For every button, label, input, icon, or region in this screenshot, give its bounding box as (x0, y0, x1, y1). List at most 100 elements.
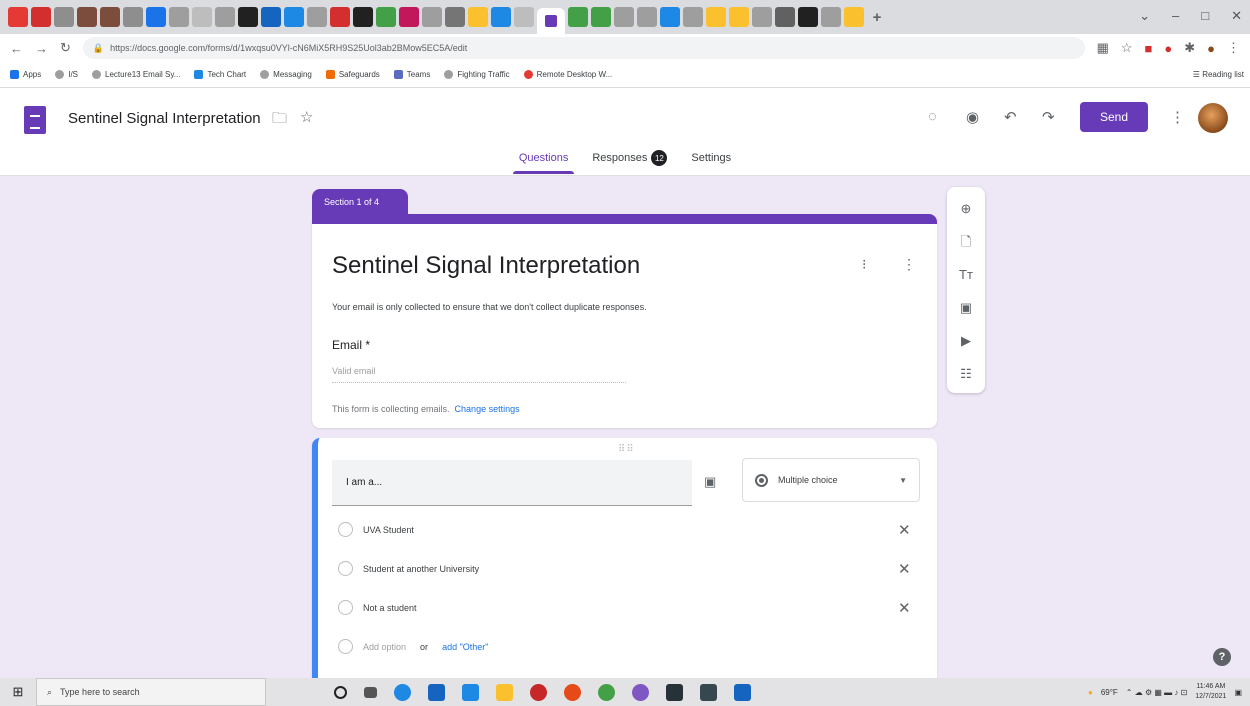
bookmark-item[interactable]: Fighting Traffic (444, 70, 510, 79)
remove-option-icon[interactable]: ✕ (898, 521, 911, 539)
question-title-input[interactable]: I am a... (332, 460, 692, 506)
tab-favicon[interactable] (591, 7, 611, 27)
tab-favicon[interactable] (238, 7, 258, 27)
app-icon[interactable] (530, 683, 547, 701)
tab-favicon[interactable] (376, 7, 396, 27)
remove-option-icon[interactable]: ✕ (898, 560, 911, 578)
tab-favicon[interactable] (683, 7, 703, 27)
tab-favicon[interactable] (123, 7, 143, 27)
customize-theme-icon[interactable]: ◌ (928, 108, 937, 125)
tab-favicon[interactable] (353, 7, 373, 27)
preview-eye-icon[interactable]: ◉ (966, 108, 979, 126)
tab-favicon[interactable] (660, 7, 680, 27)
change-settings-link[interactable]: Change settings (455, 404, 520, 414)
profile-icon[interactable]: ● (1207, 41, 1215, 56)
extension-icon[interactable]: ■ (1145, 41, 1153, 56)
tab-favicon[interactable] (77, 7, 97, 27)
task-view-icon[interactable] (364, 686, 377, 698)
collapse-section-icon[interactable]: ⁝ (862, 256, 866, 273)
tab-favicon[interactable] (261, 7, 281, 27)
clock[interactable]: 11:46 AM 12/7/2021 (1195, 682, 1226, 702)
bookmark-item[interactable]: Lecture13 Email Sy... (92, 70, 180, 79)
tab-favicon[interactable] (821, 7, 841, 27)
tab-favicon[interactable] (307, 7, 327, 27)
store-icon[interactable] (462, 683, 479, 701)
app-icon[interactable] (666, 683, 683, 701)
bookmark-star-icon[interactable]: ☆ (1121, 40, 1133, 56)
google-forms-logo-icon[interactable] (24, 106, 46, 134)
tab-favicon[interactable] (146, 7, 166, 27)
forward-icon[interactable]: → (35, 41, 48, 56)
bookmark-item[interactable]: Safeguards (325, 70, 380, 79)
tab-favicon[interactable] (8, 7, 28, 27)
help-icon[interactable]: ? (1213, 648, 1231, 666)
redo-icon[interactable]: ↷ (1042, 108, 1055, 126)
menu-dots-icon[interactable]: ⋮ (1227, 40, 1240, 56)
tab-favicon[interactable] (100, 7, 120, 27)
minimize-icon[interactable]: – (1172, 8, 1179, 24)
reading-list[interactable]: ☰ Reading list (1193, 70, 1244, 79)
edge-icon[interactable] (394, 683, 411, 701)
app-icon[interactable] (700, 683, 717, 701)
tab-favicon[interactable] (514, 7, 534, 27)
document-title[interactable]: Sentinel Signal Interpretation (68, 110, 261, 127)
weather-icon[interactable]: ● (1088, 688, 1093, 697)
add-image-icon[interactable]: ▣ (704, 474, 716, 490)
undo-icon[interactable]: ↶ (1004, 108, 1017, 126)
tab-questions[interactable]: Questions (512, 150, 574, 174)
tab-favicon[interactable] (169, 7, 189, 27)
tab-favicon[interactable] (706, 7, 726, 27)
tab-favicon[interactable] (399, 7, 419, 27)
add-option-input[interactable]: Add option (363, 642, 406, 652)
tab-favicon[interactable] (775, 7, 795, 27)
tab-favicon[interactable] (215, 7, 235, 27)
app-icon[interactable] (428, 683, 445, 701)
add-other-link[interactable]: add "Other" (442, 642, 488, 652)
file-explorer-icon[interactable] (496, 683, 513, 701)
bookmark-item[interactable]: Messaging (260, 70, 312, 79)
tab-favicon[interactable] (468, 7, 488, 27)
tab-favicon[interactable] (192, 7, 212, 27)
tab-favicon[interactable] (445, 7, 465, 27)
tab-favicon[interactable] (729, 7, 749, 27)
tab-favicon[interactable] (637, 7, 657, 27)
form-description[interactable]: Your email is only collected to ensure t… (332, 302, 647, 312)
import-questions-icon[interactable]: 🗋 (961, 232, 971, 252)
tab-favicon[interactable] (568, 7, 588, 27)
tab-favicon[interactable] (614, 7, 634, 27)
back-icon[interactable]: ← (10, 41, 23, 56)
windows-start-icon[interactable]: ⊞ (0, 684, 36, 700)
tab-favicon[interactable] (31, 7, 51, 27)
tab-favicon[interactable] (798, 7, 818, 27)
question-type-dropdown[interactable]: Multiple choice ▼ (742, 458, 920, 502)
outlook-icon[interactable] (734, 683, 751, 701)
app-icon[interactable] (632, 683, 649, 701)
drag-handle-icon[interactable]: ⠿⠿ (618, 444, 635, 455)
add-section-icon[interactable]: ☷ (960, 364, 972, 384)
maximize-icon[interactable]: □ (1201, 8, 1209, 24)
add-title-icon[interactable]: Tт (959, 265, 973, 285)
app-icon[interactable] (564, 683, 581, 701)
bookmark-item[interactable]: Teams (393, 70, 430, 79)
tab-favicon[interactable] (284, 7, 304, 27)
bookmark-item[interactable]: Tech Chart (194, 70, 246, 79)
reload-icon[interactable]: ↻ (60, 40, 71, 56)
tab-responses[interactable]: Responses 12 (592, 150, 668, 174)
active-tab[interactable] (537, 8, 565, 34)
bookmark-item[interactable]: Remote Desktop W... (523, 70, 612, 79)
extension-icon[interactable]: ● (1164, 41, 1172, 56)
notifications-icon[interactable]: ▣ (1234, 688, 1242, 697)
tray-icons[interactable]: ⌃ ☁ ⚙ ▦ ▬ ♪ ⊡ (1126, 688, 1187, 697)
star-icon[interactable]: ☆ (300, 108, 313, 126)
cortana-icon[interactable] (334, 685, 347, 699)
tab-favicon[interactable] (752, 7, 772, 27)
tab-favicon[interactable] (54, 7, 74, 27)
form-title-card[interactable]: Sentinel Signal Interpretation ⁝ ⋮ Your … (312, 214, 937, 428)
option-label[interactable]: UVA Student (363, 525, 414, 535)
bookmark-item[interactable]: I/S (55, 70, 78, 79)
new-tab-button[interactable]: + (867, 7, 887, 27)
chrome-icon[interactable] (598, 683, 615, 701)
tab-favicon[interactable] (844, 7, 864, 27)
option-label[interactable]: Student at another University (363, 564, 479, 574)
tab-search-icon[interactable]: ⌄ (1139, 8, 1150, 24)
